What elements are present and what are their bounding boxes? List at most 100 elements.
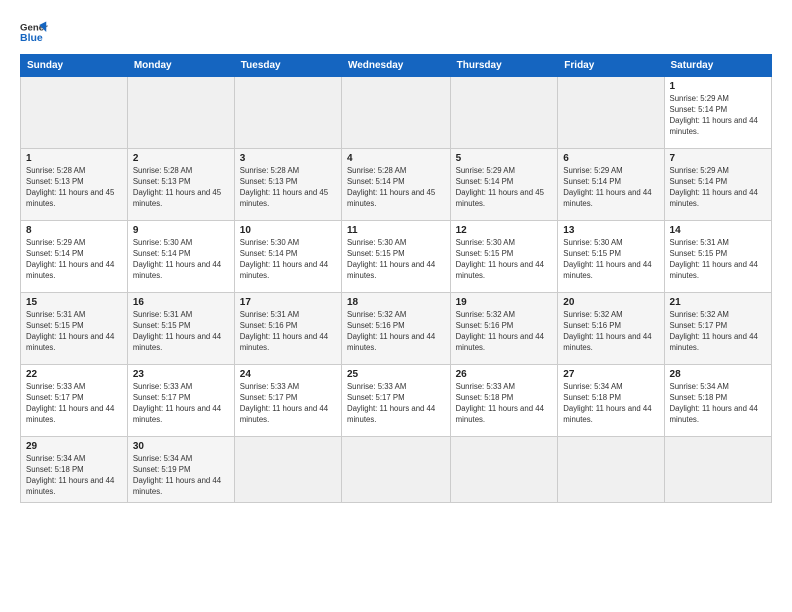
weekday-header: Tuesday <box>234 55 341 77</box>
day-number: 10 <box>240 225 336 236</box>
day-number: 1 <box>26 153 122 164</box>
calendar-cell <box>127 77 234 149</box>
day-number: 1 <box>670 81 766 92</box>
day-info: Sunrise: 5:34 AMSunset: 5:18 PMDaylight:… <box>563 382 658 426</box>
day-info: Sunrise: 5:31 AMSunset: 5:15 PMDaylight:… <box>670 238 766 282</box>
day-number: 20 <box>563 297 658 308</box>
day-info: Sunrise: 5:30 AMSunset: 5:14 PMDaylight:… <box>133 238 229 282</box>
day-number: 9 <box>133 225 229 236</box>
day-info: Sunrise: 5:34 AMSunset: 5:19 PMDaylight:… <box>133 454 229 498</box>
day-number: 23 <box>133 369 229 380</box>
day-number: 19 <box>456 297 553 308</box>
day-info: Sunrise: 5:33 AMSunset: 5:18 PMDaylight:… <box>456 382 553 426</box>
day-number: 15 <box>26 297 122 308</box>
calendar-cell <box>234 437 341 503</box>
calendar-cell: 14 Sunrise: 5:31 AMSunset: 5:15 PMDayligh… <box>664 221 771 293</box>
calendar-cell: 3Sunrise: 5:28 AMSunset: 5:13 PMDaylight… <box>234 149 341 221</box>
day-number: 25 <box>347 369 445 380</box>
svg-text:Blue: Blue <box>20 32 43 44</box>
calendar-cell: 30Sunrise: 5:34 AMSunset: 5:19 PMDayligh… <box>127 437 234 503</box>
weekday-header: Friday <box>558 55 664 77</box>
day-info: Sunrise: 5:30 AMSunset: 5:15 PMDaylight:… <box>347 238 445 282</box>
day-info: Sunrise: 5:34 AMSunset: 5:18 PMDaylight:… <box>670 382 766 426</box>
calendar-cell: 15 Sunrise: 5:31 AMSunset: 5:15 PMDayligh… <box>21 293 128 365</box>
day-info: Sunrise: 5:32 AMSunset: 5:16 PMDaylight:… <box>347 310 445 354</box>
calendar-cell: 22 Sunrise: 5:33 AMSunset: 5:17 PMDayligh… <box>21 365 128 437</box>
day-info: Sunrise: 5:32 AMSunset: 5:16 PMDaylight:… <box>456 310 553 354</box>
calendar-cell: 25 Sunrise: 5:33 AMSunset: 5:17 PMDayligh… <box>341 365 450 437</box>
calendar-cell: 4Sunrise: 5:28 AMSunset: 5:14 PMDaylight… <box>341 149 450 221</box>
day-number: 12 <box>456 225 553 236</box>
calendar-cell: 16 Sunrise: 5:31 AMSunset: 5:15 PMDayligh… <box>127 293 234 365</box>
calendar-cell: 19 Sunrise: 5:32 AMSunset: 5:16 PMDayligh… <box>450 293 558 365</box>
calendar-cell: 13Sunrise: 5:30 AMSunset: 5:15 PMDayligh… <box>558 221 664 293</box>
day-number: 17 <box>240 297 336 308</box>
day-info: Sunrise: 5:29 AMSunset: 5:14 PMDaylight:… <box>563 166 658 210</box>
day-info: Sunrise: 5:33 AMSunset: 5:17 PMDaylight:… <box>133 382 229 426</box>
day-number: 18 <box>347 297 445 308</box>
calendar-cell: 26 Sunrise: 5:33 AMSunset: 5:18 PMDayligh… <box>450 365 558 437</box>
day-info: Sunrise: 5:31 AMSunset: 5:15 PMDaylight:… <box>133 310 229 354</box>
calendar-cell <box>558 437 664 503</box>
day-number: 24 <box>240 369 336 380</box>
calendar-cell: 20 Sunrise: 5:32 AMSunset: 5:16 PMDayligh… <box>558 293 664 365</box>
calendar-cell <box>341 77 450 149</box>
calendar-cell: 2Sunrise: 5:28 AMSunset: 5:13 PMDaylight… <box>127 149 234 221</box>
day-info: Sunrise: 5:32 AMSunset: 5:16 PMDaylight:… <box>563 310 658 354</box>
calendar-cell <box>664 437 771 503</box>
calendar-page: General Blue SundayMondayTuesdayWednesda… <box>0 0 792 612</box>
calendar-cell: 24 Sunrise: 5:33 AMSunset: 5:17 PMDayligh… <box>234 365 341 437</box>
calendar-cell: 1 Sunrise: 5:28 AMSunset: 5:13 PMDaylight… <box>21 149 128 221</box>
day-info: Sunrise: 5:33 AMSunset: 5:17 PMDaylight:… <box>26 382 122 426</box>
weekday-header: Saturday <box>664 55 771 77</box>
day-info: Sunrise: 5:29 AMSunset: 5:14 PMDaylight:… <box>670 94 766 138</box>
calendar-cell <box>234 77 341 149</box>
day-info: Sunrise: 5:28 AMSunset: 5:13 PMDaylight:… <box>26 166 122 210</box>
day-info: Sunrise: 5:30 AMSunset: 5:14 PMDaylight:… <box>240 238 336 282</box>
day-number: 2 <box>133 153 229 164</box>
day-number: 21 <box>670 297 766 308</box>
day-number: 13 <box>563 225 658 236</box>
day-number: 29 <box>26 441 122 452</box>
calendar-cell <box>341 437 450 503</box>
calendar-cell: 9 Sunrise: 5:30 AMSunset: 5:14 PMDaylight… <box>127 221 234 293</box>
calendar-cell: 1 Sunrise: 5:29 AMSunset: 5:14 PMDaylight… <box>664 77 771 149</box>
day-info: Sunrise: 5:31 AMSunset: 5:15 PMDaylight:… <box>26 310 122 354</box>
day-info: Sunrise: 5:32 AMSunset: 5:17 PMDaylight:… <box>670 310 766 354</box>
day-number: 26 <box>456 369 553 380</box>
calendar-cell: 10 Sunrise: 5:30 AMSunset: 5:14 PMDayligh… <box>234 221 341 293</box>
day-number: 14 <box>670 225 766 236</box>
day-number: 22 <box>26 369 122 380</box>
calendar-cell <box>558 77 664 149</box>
day-number: 16 <box>133 297 229 308</box>
calendar-cell: 23 Sunrise: 5:33 AMSunset: 5:17 PMDayligh… <box>127 365 234 437</box>
calendar-cell: 17Sunrise: 5:31 AMSunset: 5:16 PMDayligh… <box>234 293 341 365</box>
calendar-cell: 12 Sunrise: 5:30 AMSunset: 5:15 PMDayligh… <box>450 221 558 293</box>
day-info: Sunrise: 5:28 AMSunset: 5:14 PMDaylight:… <box>347 166 445 210</box>
calendar-cell <box>21 77 128 149</box>
calendar-cell: 29 Sunrise: 5:34 AMSunset: 5:18 PMDayligh… <box>21 437 128 503</box>
day-number: 6 <box>563 153 658 164</box>
day-info: Sunrise: 5:29 AMSunset: 5:14 PMDaylight:… <box>670 166 766 210</box>
weekday-header: Wednesday <box>341 55 450 77</box>
calendar-cell <box>450 77 558 149</box>
day-number: 5 <box>456 153 553 164</box>
calendar-cell: 11Sunrise: 5:30 AMSunset: 5:15 PMDayligh… <box>341 221 450 293</box>
calendar-cell: 27 Sunrise: 5:34 AMSunset: 5:18 PMDayligh… <box>558 365 664 437</box>
day-info: Sunrise: 5:33 AMSunset: 5:17 PMDaylight:… <box>240 382 336 426</box>
day-number: 27 <box>563 369 658 380</box>
calendar-cell <box>450 437 558 503</box>
day-info: Sunrise: 5:29 AMSunset: 5:14 PMDaylight:… <box>456 166 553 210</box>
day-number: 8 <box>26 225 122 236</box>
day-info: Sunrise: 5:33 AMSunset: 5:17 PMDaylight:… <box>347 382 445 426</box>
day-number: 28 <box>670 369 766 380</box>
day-info: Sunrise: 5:34 AMSunset: 5:18 PMDaylight:… <box>26 454 122 498</box>
calendar-cell: 7Sunrise: 5:29 AMSunset: 5:14 PMDaylight… <box>664 149 771 221</box>
logo-icon: General Blue <box>20 18 48 46</box>
calendar-cell: 8Sunrise: 5:29 AMSunset: 5:14 PMDaylight… <box>21 221 128 293</box>
day-info: Sunrise: 5:30 AMSunset: 5:15 PMDaylight:… <box>456 238 553 282</box>
calendar-cell: 21 Sunrise: 5:32 AMSunset: 5:17 PMDayligh… <box>664 293 771 365</box>
weekday-header: Sunday <box>21 55 128 77</box>
calendar-table: SundayMondayTuesdayWednesdayThursdayFrid… <box>20 54 772 503</box>
day-info: Sunrise: 5:28 AMSunset: 5:13 PMDaylight:… <box>240 166 336 210</box>
